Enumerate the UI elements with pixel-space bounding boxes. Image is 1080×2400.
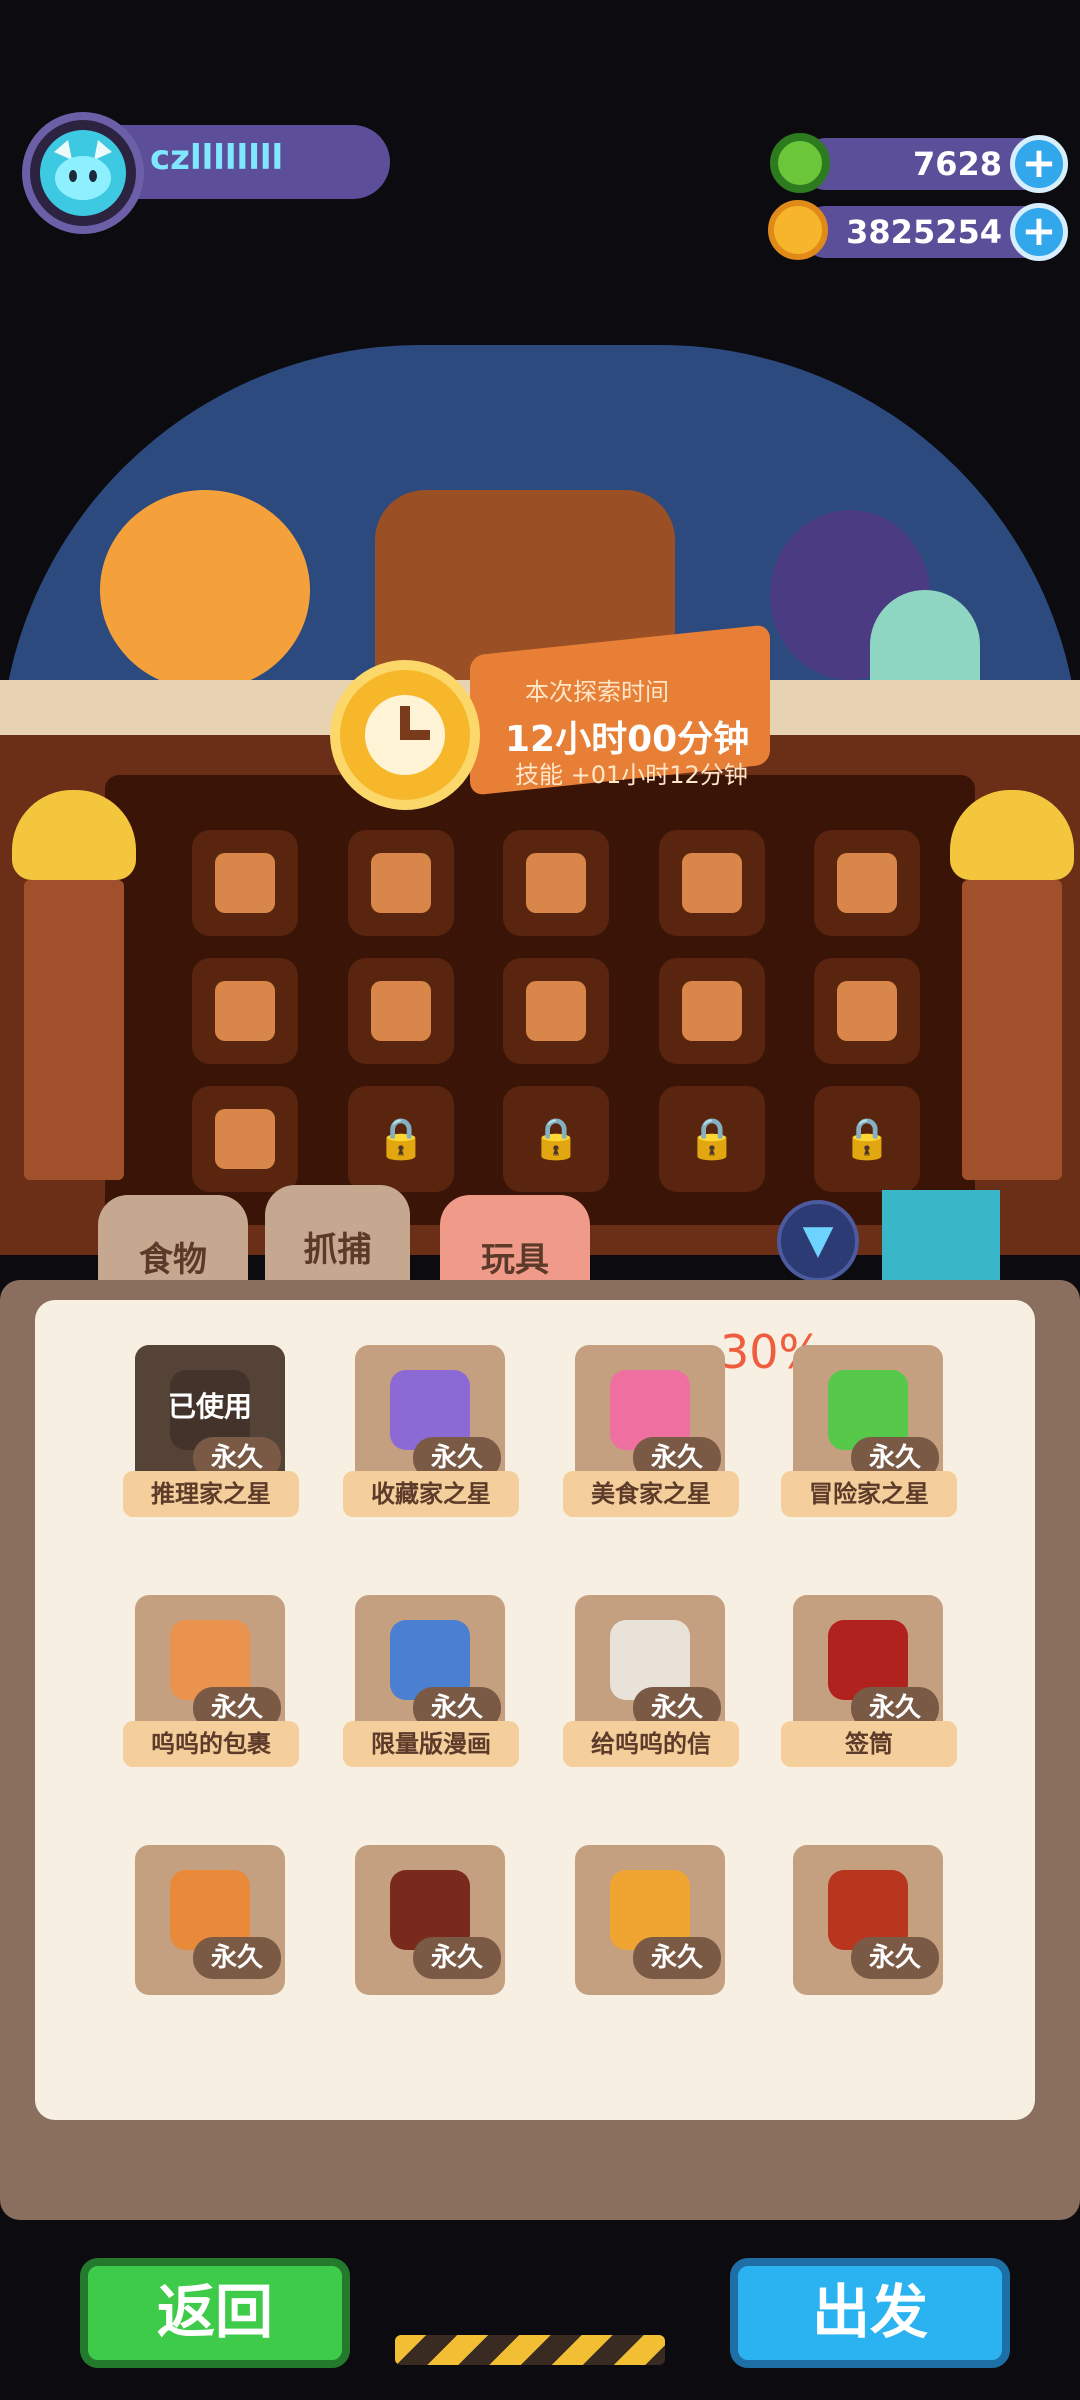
cat-face-icon [40, 130, 126, 216]
tab-toys-label: 玩具 [481, 1240, 549, 1280]
item-name: 签筒 [781, 1721, 957, 1767]
skill-bonus: 技能 +01小时12分钟 [515, 761, 748, 789]
inventory-card[interactable]: 永久 [781, 1845, 957, 2021]
filter-button[interactable]: ▼ [777, 1200, 859, 1282]
hazard-stripes [395, 2335, 665, 2365]
paw-pouch-icon [371, 853, 431, 913]
cabinet-slot[interactable] [659, 958, 765, 1064]
inventory-card[interactable]: 永久 美食家之星 [563, 1345, 739, 1521]
ribbon-left [24, 880, 124, 1180]
can-box-icon [682, 981, 742, 1041]
can-box-icon [371, 981, 431, 1041]
signpost-icon [215, 853, 275, 913]
used-label: 已使用 [167, 1390, 252, 1423]
permanent-badge: 永久 [632, 1937, 721, 1979]
food-can-icon [215, 981, 275, 1041]
item-name: 美食家之星 [563, 1471, 739, 1517]
inventory-card[interactable]: 永久 收藏家之星 [343, 1345, 519, 1521]
inventory-card[interactable]: 永久 限量版漫画 [343, 1595, 519, 1771]
add-coins-button[interactable]: + [1010, 203, 1068, 261]
item-name: 推理家之星 [123, 1471, 299, 1517]
lock-icon: 🔒 [531, 1116, 581, 1162]
cabinet-slot[interactable] [348, 958, 454, 1064]
can-box-icon [526, 981, 586, 1041]
item-name: 限量版漫画 [343, 1721, 519, 1767]
add-gems-button[interactable]: + [1010, 135, 1068, 193]
cabinet-slot[interactable] [659, 830, 765, 936]
cabinet-slot[interactable] [814, 830, 920, 936]
inventory-card[interactable]: 永久 [563, 1845, 739, 2021]
parcel-box-icon [526, 853, 586, 913]
permanent-badge: 永久 [192, 1937, 281, 1979]
orange-cat-icon [100, 490, 310, 690]
item-name: 收藏家之星 [343, 1471, 519, 1517]
inventory-card[interactable]: 永久 呜呜的包裹 [123, 1595, 299, 1771]
permanent-badge: 永久 [412, 1937, 501, 1979]
item-name: 呜呜的包裹 [123, 1721, 299, 1767]
lock-icon: 🔒 [842, 1116, 892, 1162]
inventory-card[interactable]: 永久 冒险家之星 [781, 1345, 957, 1521]
item-name: 给呜呜的信 [563, 1721, 739, 1767]
cabinet-slot[interactable] [192, 1086, 298, 1192]
go-button[interactable]: 出发 [730, 2258, 1010, 2368]
locked-slot[interactable]: 🔒 [348, 1086, 454, 1192]
locked-slot[interactable]: 🔒 [659, 1086, 765, 1192]
cabinet-slot[interactable] [192, 958, 298, 1064]
lock-icon: 🔒 [687, 1116, 737, 1162]
cabinet-slot[interactable] [503, 830, 609, 936]
cabinet-slot[interactable] [503, 958, 609, 1064]
ribbon-right [962, 880, 1062, 1180]
lock-icon: 🔒 [376, 1116, 426, 1162]
cabinet-slot[interactable] [348, 830, 454, 936]
back-button[interactable]: 返回 [80, 2258, 350, 2368]
gems-value: 7628 [912, 145, 1002, 183]
item-name: 冒险家之星 [781, 1471, 957, 1517]
food-can-icon [837, 981, 897, 1041]
cabinet-slot[interactable] [814, 958, 920, 1064]
letter-envelope-icon [682, 853, 742, 913]
tab-catch-label: 抓捕 [303, 1230, 372, 1270]
sauce-bottle-icon [837, 853, 897, 913]
food-basket-icon [215, 1109, 275, 1169]
permanent-badge: 永久 [850, 1937, 939, 1979]
locked-slot[interactable]: 🔒 [814, 1086, 920, 1192]
banner-title: 本次探索时间 [525, 678, 669, 706]
tab-food-label: 食物 [139, 1240, 207, 1280]
clock-icon [330, 660, 480, 810]
player-name: czllllllll [150, 138, 284, 178]
locked-slot[interactable]: 🔒 [503, 1086, 609, 1192]
cabinet-slot[interactable] [192, 830, 298, 936]
inventory-card[interactable]: 已使用 永久 推理家之星 [123, 1345, 299, 1521]
inventory-card[interactable]: 永久 [123, 1845, 299, 2021]
coins-value: 3825254 [846, 213, 1002, 251]
inventory-card[interactable]: 永久 签筒 [781, 1595, 957, 1771]
inventory-card[interactable]: 永久 给呜呜的信 [563, 1595, 739, 1771]
inventory-card[interactable]: 永久 [343, 1845, 519, 2021]
